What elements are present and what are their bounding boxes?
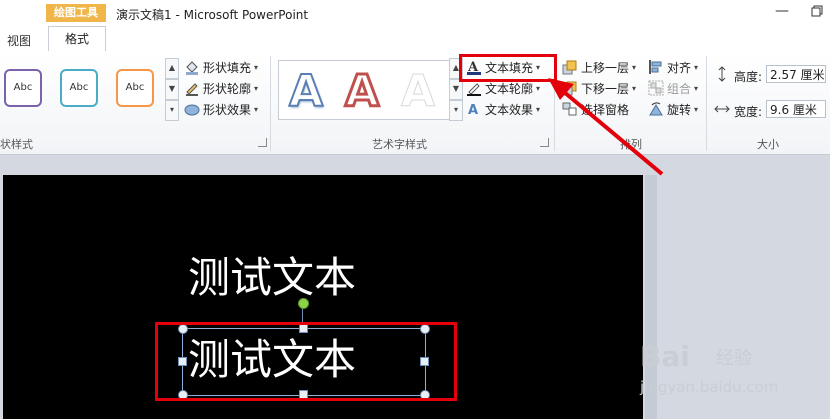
text-outline-icon [466, 80, 482, 96]
height-field[interactable]: 2.57 厘米 [766, 65, 826, 83]
shape-effects-icon [184, 101, 200, 117]
paint-bucket-icon [184, 59, 200, 75]
height-label: 高度: [734, 70, 763, 84]
shape-style-preset-2[interactable]: Abc [60, 69, 98, 107]
wordart-styles-group-label: 艺术字样式 [372, 138, 427, 151]
width-label: 宽度: [734, 105, 763, 119]
wordart-scroll-down[interactable]: ▼ [449, 79, 463, 100]
minimize-button[interactable]: — [774, 4, 790, 20]
drawing-tools-context-label: 绘图工具 [46, 4, 106, 22]
baidu-jingyan-watermark: Bai 经验 jingyan.baidu.com [640, 340, 830, 419]
group-separator [706, 56, 707, 151]
watermark-url: jingyan.baidu.com [640, 378, 779, 396]
group-separator [270, 56, 271, 151]
shape-style-preset-3[interactable]: Abc [116, 69, 154, 107]
wordart-style-gallery: A A A [278, 60, 451, 120]
shape-style-preset-1[interactable]: Abc [4, 69, 42, 107]
width-icon [714, 101, 730, 117]
ribbon-tabs [0, 26, 830, 52]
shape-styles-dialog-launcher[interactable] [258, 138, 267, 147]
pencil-icon [184, 80, 200, 96]
tab-format[interactable]: 格式 [48, 26, 106, 53]
shape-styles-scroll-down[interactable]: ▼ [165, 79, 179, 100]
wordart-sample-red[interactable]: A [343, 67, 380, 116]
annotation-arrow [548, 78, 664, 176]
shape-effects-button[interactable]: 形状效果 ▾ [184, 100, 258, 118]
restore-icon [811, 5, 823, 17]
restore-button[interactable] [811, 5, 823, 17]
wordart-sample-blue[interactable]: A [288, 68, 324, 116]
window-title: 演示文稿1 - Microsoft PowerPoint [116, 8, 309, 22]
text-effects-button[interactable]: A 文本效果 ▾ [466, 100, 540, 119]
wordart-more[interactable]: ▾ [449, 100, 463, 121]
watermark-brand: Bai [640, 340, 690, 373]
width-field[interactable]: 9.6 厘米 [766, 100, 826, 118]
text-effects-icon: A [466, 101, 482, 118]
shape-styles-group-label: 状样式 [0, 138, 33, 151]
shape-fill-button[interactable]: 形状填充 ▾ [184, 58, 258, 76]
wordart-sample-white[interactable]: A [400, 68, 435, 115]
rotation-handle[interactable] [298, 298, 309, 309]
shape-outline-button[interactable]: 形状轮廓 ▾ [184, 79, 258, 97]
tab-view[interactable]: 视图 [0, 32, 38, 49]
size-group-label: 大小 [757, 138, 779, 151]
watermark-brand-suffix: 经验 [716, 348, 752, 369]
shape-styles-scroll-up[interactable]: ▲ [165, 58, 179, 79]
svg-text:A: A [468, 103, 478, 117]
shape-styles-more[interactable]: ▾ [165, 100, 179, 121]
height-icon [714, 66, 730, 82]
slide-text-1[interactable]: 测试文本 [188, 254, 356, 302]
annotation-highlight-textbox [155, 322, 457, 401]
